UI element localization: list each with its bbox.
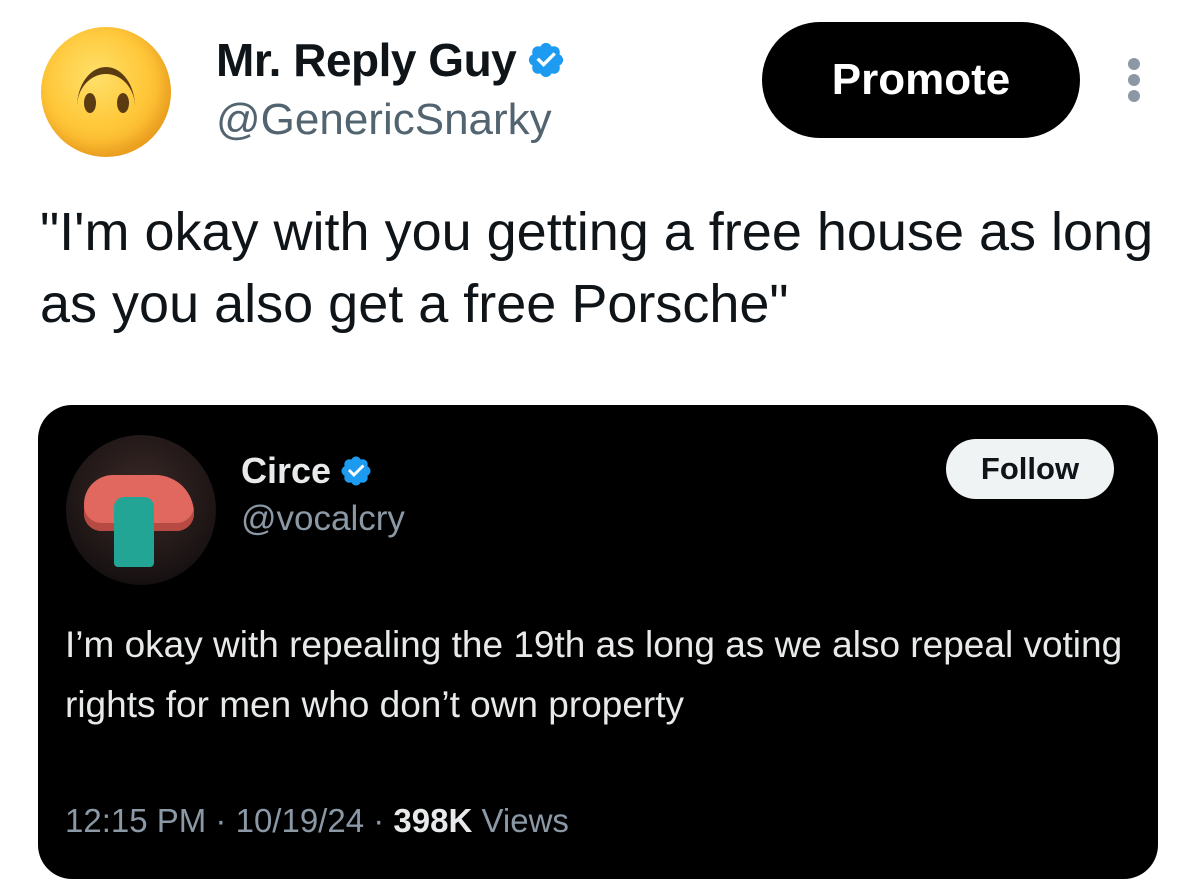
- author-display-name[interactable]: Mr. Reply Guy: [216, 34, 517, 86]
- quoted-author-display-name[interactable]: Circe: [241, 449, 331, 493]
- tweet-time[interactable]: 12:15 PM: [65, 802, 206, 839]
- verified-badge-icon: [526, 40, 566, 80]
- author-handle[interactable]: @GenericSnarky: [216, 94, 552, 146]
- quoted-author-name-row: Circe: [241, 449, 373, 493]
- quoted-tweet-meta: 12:15 PM · 10/19/24 · 398K Views: [65, 799, 569, 843]
- meta-separator: ·: [215, 802, 227, 839]
- views-label: Views: [481, 802, 569, 839]
- quoted-author-avatar[interactable]: [66, 435, 216, 585]
- promote-button[interactable]: Promote: [762, 22, 1080, 138]
- author-avatar[interactable]: [41, 27, 171, 157]
- avatar-figure-shape: [114, 497, 154, 567]
- avatar-eye-right: [117, 93, 129, 113]
- tweet-text: "I'm okay with you getting a free house …: [40, 202, 1154, 334]
- follow-button[interactable]: Follow: [946, 439, 1114, 499]
- quoted-tweet-card[interactable]: Circe @vocalcry Follow I’m okay with rep…: [38, 405, 1158, 879]
- more-vertical-icon[interactable]: [1124, 58, 1144, 102]
- quoted-tweet-text: I’m okay with repealing the 19th as long…: [65, 624, 1123, 725]
- views-count[interactable]: 398K: [393, 802, 472, 839]
- tweet-date[interactable]: 10/19/24: [236, 802, 364, 839]
- verified-badge-icon: [339, 454, 373, 488]
- author-name-row: Mr. Reply Guy: [216, 34, 566, 86]
- avatar-eye-left: [84, 93, 96, 113]
- meta-separator: ·: [373, 802, 385, 839]
- quoted-author-handle[interactable]: @vocalcry: [241, 497, 405, 541]
